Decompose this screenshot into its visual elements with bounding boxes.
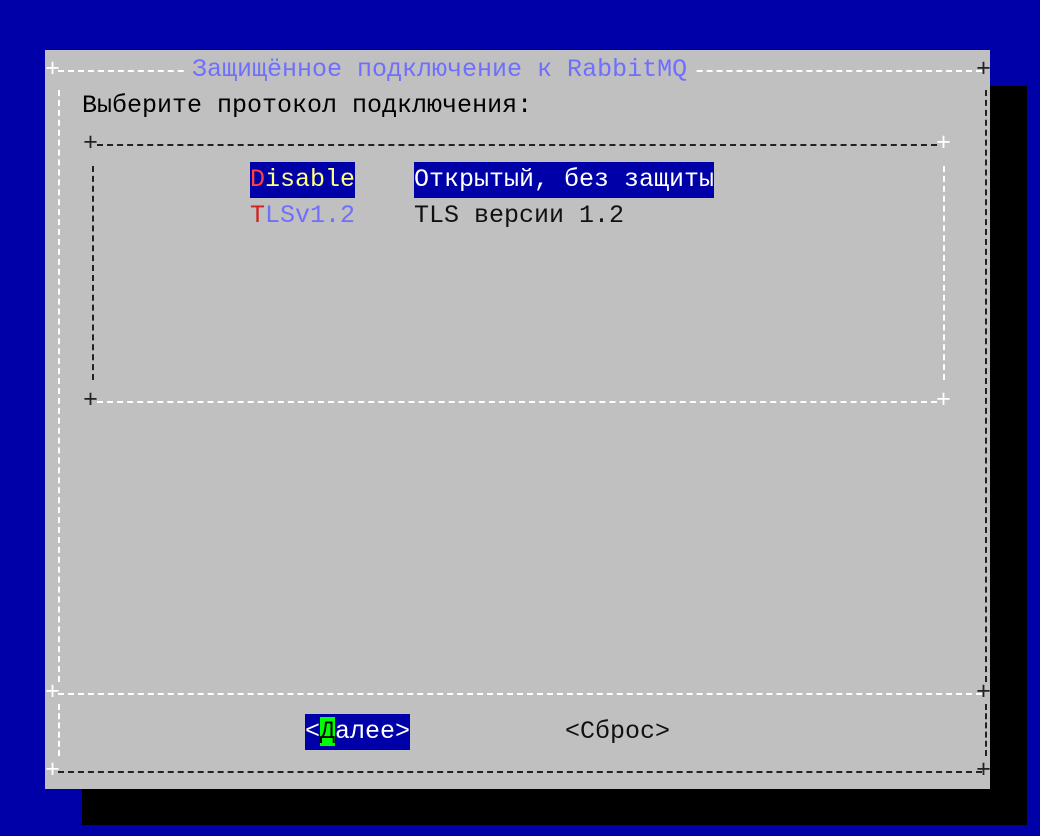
dialog-frame-corner-bl: + <box>45 756 61 785</box>
menu-box-corner-br: + <box>936 386 952 415</box>
reset-button[interactable]: <Сброс> <box>565 714 670 750</box>
menu-box-corner-tr: + <box>936 129 952 158</box>
separator-corner-right: + <box>976 678 992 707</box>
menu-item-tls12-tag-rest: LSv1.2 <box>265 201 356 230</box>
dialog-window <box>45 50 990 789</box>
button-area-frame-right <box>985 704 987 756</box>
next-button-open-bracket: < <box>305 717 321 746</box>
menu-box-top <box>97 144 937 146</box>
button-area-frame-left <box>58 704 60 756</box>
next-button-hotkey: Д <box>320 717 336 746</box>
menu-item-disable-description[interactable]: Открытый, без защиты <box>414 162 715 198</box>
next-button-label: алее <box>335 717 396 746</box>
menu-box-corner-bl: + <box>83 386 99 415</box>
dialog-frame-corner-tl: + <box>45 55 61 84</box>
next-button[interactable]: <Далее> <box>305 714 411 750</box>
menu-item-disable-tag[interactable]: Disable <box>250 162 356 198</box>
next-button-close-bracket: > <box>395 717 411 746</box>
terminal-screen: + + Защищённое подключение к RabbitMQ + … <box>0 0 1040 836</box>
dialog-prompt: Выберите протокол подключения: <box>82 91 533 120</box>
dialog-title: Защищённое подключение к RabbitMQ <box>184 52 696 88</box>
dialog-frame-corner-br: + <box>976 756 992 785</box>
separator-corner-left: + <box>45 678 61 707</box>
separator-line <box>58 693 982 695</box>
dialog-frame-corner-tr: + <box>976 55 992 84</box>
dialog-frame-right <box>985 90 987 682</box>
dialog-frame-left <box>58 90 60 682</box>
menu-box-left <box>92 166 94 380</box>
menu-item-disable-hotkey: D <box>250 165 266 194</box>
menu-box-corner-tl: + <box>83 129 99 158</box>
menu-item-tls12-description[interactable]: TLS версии 1.2 <box>414 198 624 234</box>
menu-item-tls12-tag[interactable]: TLSv1.2 <box>250 198 355 234</box>
menu-box-bottom <box>97 401 937 403</box>
menu-item-tls12-hotkey: T <box>250 201 266 230</box>
menu-box-right <box>943 166 945 380</box>
menu-item-disable-tag-rest: isable <box>265 165 356 194</box>
dialog-frame-bottom <box>58 771 982 773</box>
